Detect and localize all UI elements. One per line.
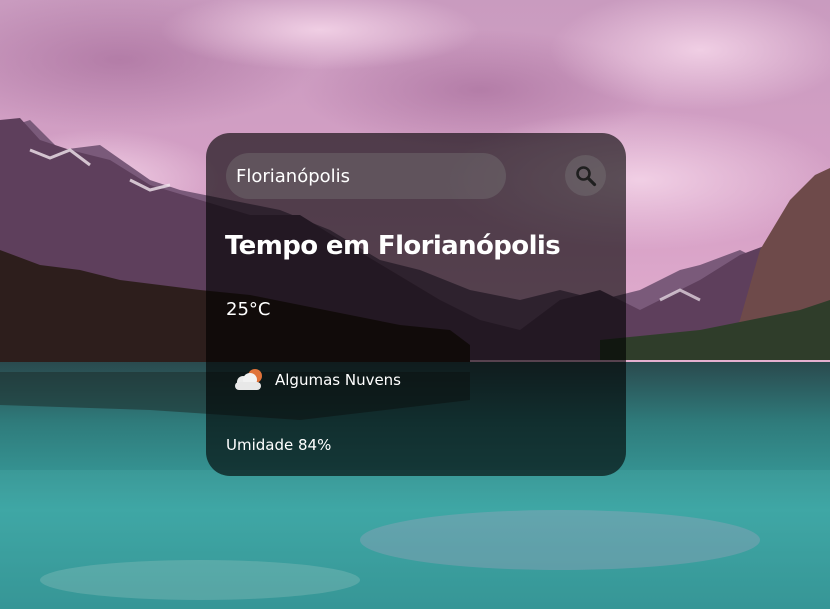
city-title: Tempo em Florianópolis (225, 231, 561, 261)
few-clouds-icon (235, 369, 262, 390)
weather-description: Algumas Nuvens (275, 371, 401, 389)
search-icon (575, 165, 596, 186)
search-button[interactable] (565, 155, 606, 196)
weather-card: Tempo em Florianópolis 25°C Algumas Nuve… (206, 133, 626, 476)
city-search-input[interactable] (226, 153, 506, 199)
search-bar (226, 153, 606, 199)
weather-description-row: Algumas Nuvens (232, 365, 401, 395)
humidity: Umidade 84% (226, 436, 332, 454)
temperature: 25°C (226, 299, 271, 320)
